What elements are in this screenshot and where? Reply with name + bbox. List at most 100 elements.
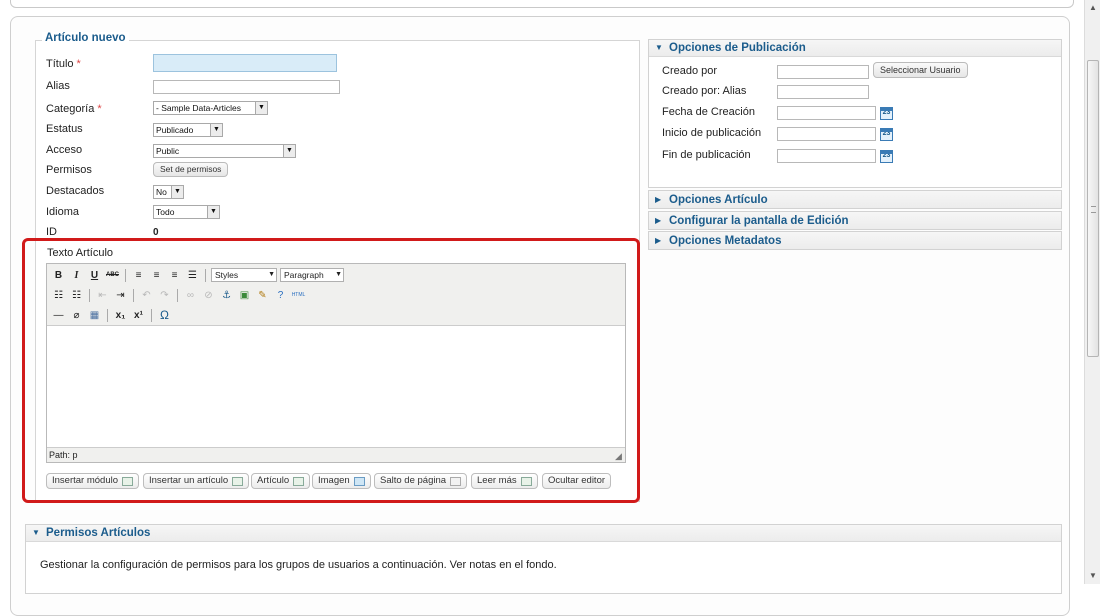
estatus-select[interactable]: Publicado ▼: [153, 123, 223, 137]
editor-content-area[interactable]: [47, 326, 625, 448]
toolbar-separator: [205, 268, 206, 282]
article-icon: [293, 476, 305, 486]
publish-down-label: Fin de publicación: [662, 149, 751, 161]
editor-toolbar: B I U ABC ≡ ≡ ≡ ☰ Styles ▼ Paragraph ▼ ☷ ☷…: [47, 264, 625, 326]
italic-icon[interactable]: I: [69, 268, 84, 283]
toolbar-separator: [177, 288, 178, 302]
chevron-down-icon: ▼: [210, 124, 222, 136]
publish-up-label: Inicio de publicación: [662, 127, 762, 139]
acceso-select[interactable]: Public ▼: [153, 144, 296, 158]
calendar-icon[interactable]: 23: [880, 150, 893, 163]
vertical-scrollbar[interactable]: ▲ ▼: [1084, 0, 1100, 584]
chevron-down-icon: ▼: [335, 271, 342, 278]
details-legend: Artículo nuevo: [42, 32, 129, 44]
bold-icon[interactable]: B: [51, 268, 66, 283]
strikethrough-icon[interactable]: ABC: [105, 268, 120, 283]
image-button[interactable]: Imagen: [312, 473, 371, 489]
resize-grip-icon[interactable]: ◢: [615, 452, 624, 461]
calendar-icon[interactable]: 23: [880, 128, 893, 141]
numbered-list-icon[interactable]: ☷: [69, 288, 84, 303]
read-more-button[interactable]: Leer más: [471, 473, 538, 489]
subscript-icon[interactable]: x₁: [113, 308, 128, 323]
permisos-label: Permisos: [46, 164, 92, 176]
align-right-icon[interactable]: ≡: [167, 268, 182, 283]
special-char-icon[interactable]: Ω: [157, 308, 172, 323]
anchor-icon[interactable]: ⚓: [219, 288, 234, 303]
acceso-label: Acceso: [46, 144, 83, 156]
publish-down-input[interactable]: [777, 149, 876, 163]
remove-format-icon[interactable]: ⌀: [69, 308, 84, 323]
idioma-label: Idioma: [46, 206, 80, 218]
chevron-down-icon: ▼: [283, 145, 295, 157]
rich-text-editor: B I U ABC ≡ ≡ ≡ ☰ Styles ▼ Paragraph ▼ ☷ ☷…: [46, 263, 626, 463]
toolbar-separator: [151, 308, 152, 322]
triangle-right-icon: ▶: [655, 194, 662, 204]
toggle-editor-button[interactable]: Ocultar editor: [542, 473, 612, 489]
alias-input[interactable]: [153, 80, 340, 94]
triangle-down-icon: ▼: [655, 43, 663, 52]
metadata-header[interactable]: ▶ Opciones Metadatos: [649, 232, 1061, 249]
chevron-down-icon: ▼: [268, 271, 275, 278]
calendar-icon[interactable]: 23: [880, 107, 893, 120]
estatus-label: Estatus: [46, 123, 83, 135]
edit-screen-panel[interactable]: ▶ Configurar la pantalla de Edición: [648, 211, 1062, 230]
horizontal-rule-icon[interactable]: —: [51, 308, 66, 323]
article-options-header[interactable]: ▶ Opciones Artículo: [649, 191, 1061, 208]
select-user-button[interactable]: Seleccionar Usuario: [873, 62, 968, 78]
toolbar-separator: [107, 308, 108, 322]
set-permissions-button[interactable]: Set de permisos: [153, 162, 229, 177]
article-options-panel[interactable]: ▶ Opciones Artículo: [648, 190, 1062, 209]
insert-module-button[interactable]: Insertar módulo: [46, 473, 140, 489]
superscript-icon[interactable]: x¹: [131, 308, 146, 323]
page-break-button[interactable]: Salto de página: [374, 473, 468, 489]
align-center-icon[interactable]: ≡: [149, 268, 164, 283]
idioma-select[interactable]: Todo ▼: [153, 205, 220, 219]
module-icon: [122, 476, 134, 486]
page-break-icon: [450, 476, 462, 486]
visual-aid-icon[interactable]: ▦: [87, 308, 102, 323]
help-icon[interactable]: ?: [273, 288, 288, 303]
created-date-input[interactable]: [777, 106, 876, 120]
permissions-header[interactable]: ▼ Permisos Artículos: [26, 525, 1061, 542]
titulo-input[interactable]: [153, 54, 337, 72]
created-by-label: Creado por: [662, 65, 718, 77]
created-date-label: Fecha de Creación: [662, 106, 755, 118]
scrollbar-thumb[interactable]: [1087, 60, 1099, 357]
unlink-icon[interactable]: ⊘: [201, 288, 216, 303]
categoria-label: Categoría *: [46, 103, 102, 115]
insert-article-button[interactable]: Insertar un artículo: [143, 473, 250, 489]
redo-icon[interactable]: ↷: [157, 288, 172, 303]
format-select[interactable]: Paragraph ▼: [280, 268, 344, 282]
html-icon[interactable]: HTML: [291, 288, 306, 303]
created-by-alias-input[interactable]: [777, 85, 869, 99]
triangle-right-icon: ▶: [655, 215, 662, 225]
publish-up-input[interactable]: [777, 127, 876, 141]
indent-icon[interactable]: ⇥: [113, 288, 128, 303]
destacados-select[interactable]: No ▼: [153, 185, 184, 199]
categoria-select[interactable]: - Sample Data-Articles ▼: [153, 101, 268, 115]
created-by-input[interactable]: [777, 65, 869, 79]
created-by-alias-label: Creado por: Alias: [662, 85, 747, 97]
undo-icon[interactable]: ↶: [139, 288, 154, 303]
bullet-list-icon[interactable]: ☷: [51, 288, 66, 303]
destacados-label: Destacados: [46, 185, 105, 197]
metadata-panel[interactable]: ▶ Opciones Metadatos: [648, 231, 1062, 250]
outdent-icon[interactable]: ⇤: [95, 288, 110, 303]
edit-screen-header[interactable]: ▶ Configurar la pantalla de Edición: [649, 212, 1061, 229]
link-icon[interactable]: ∞: [183, 288, 198, 303]
underline-icon[interactable]: U: [87, 268, 102, 283]
alias-label: Alias: [46, 80, 70, 92]
read-more-icon: [520, 476, 532, 486]
editor-path: Path: p: [47, 447, 625, 462]
article-button[interactable]: Artículo: [251, 473, 311, 489]
titulo-label: Título *: [46, 58, 81, 70]
align-left-icon[interactable]: ≡: [131, 268, 146, 283]
align-justify-icon[interactable]: ☰: [185, 268, 200, 283]
publishing-header[interactable]: ▼ Opciones de Publicación: [649, 40, 1061, 57]
cleanup-icon[interactable]: ✎: [255, 288, 270, 303]
scroll-up-icon[interactable]: ▲: [1085, 0, 1100, 16]
scroll-down-icon[interactable]: ▼: [1085, 568, 1100, 584]
top-strip: [0, 0, 1084, 10]
styles-select[interactable]: Styles ▼: [211, 268, 277, 282]
image-icon[interactable]: ▣: [237, 288, 252, 303]
